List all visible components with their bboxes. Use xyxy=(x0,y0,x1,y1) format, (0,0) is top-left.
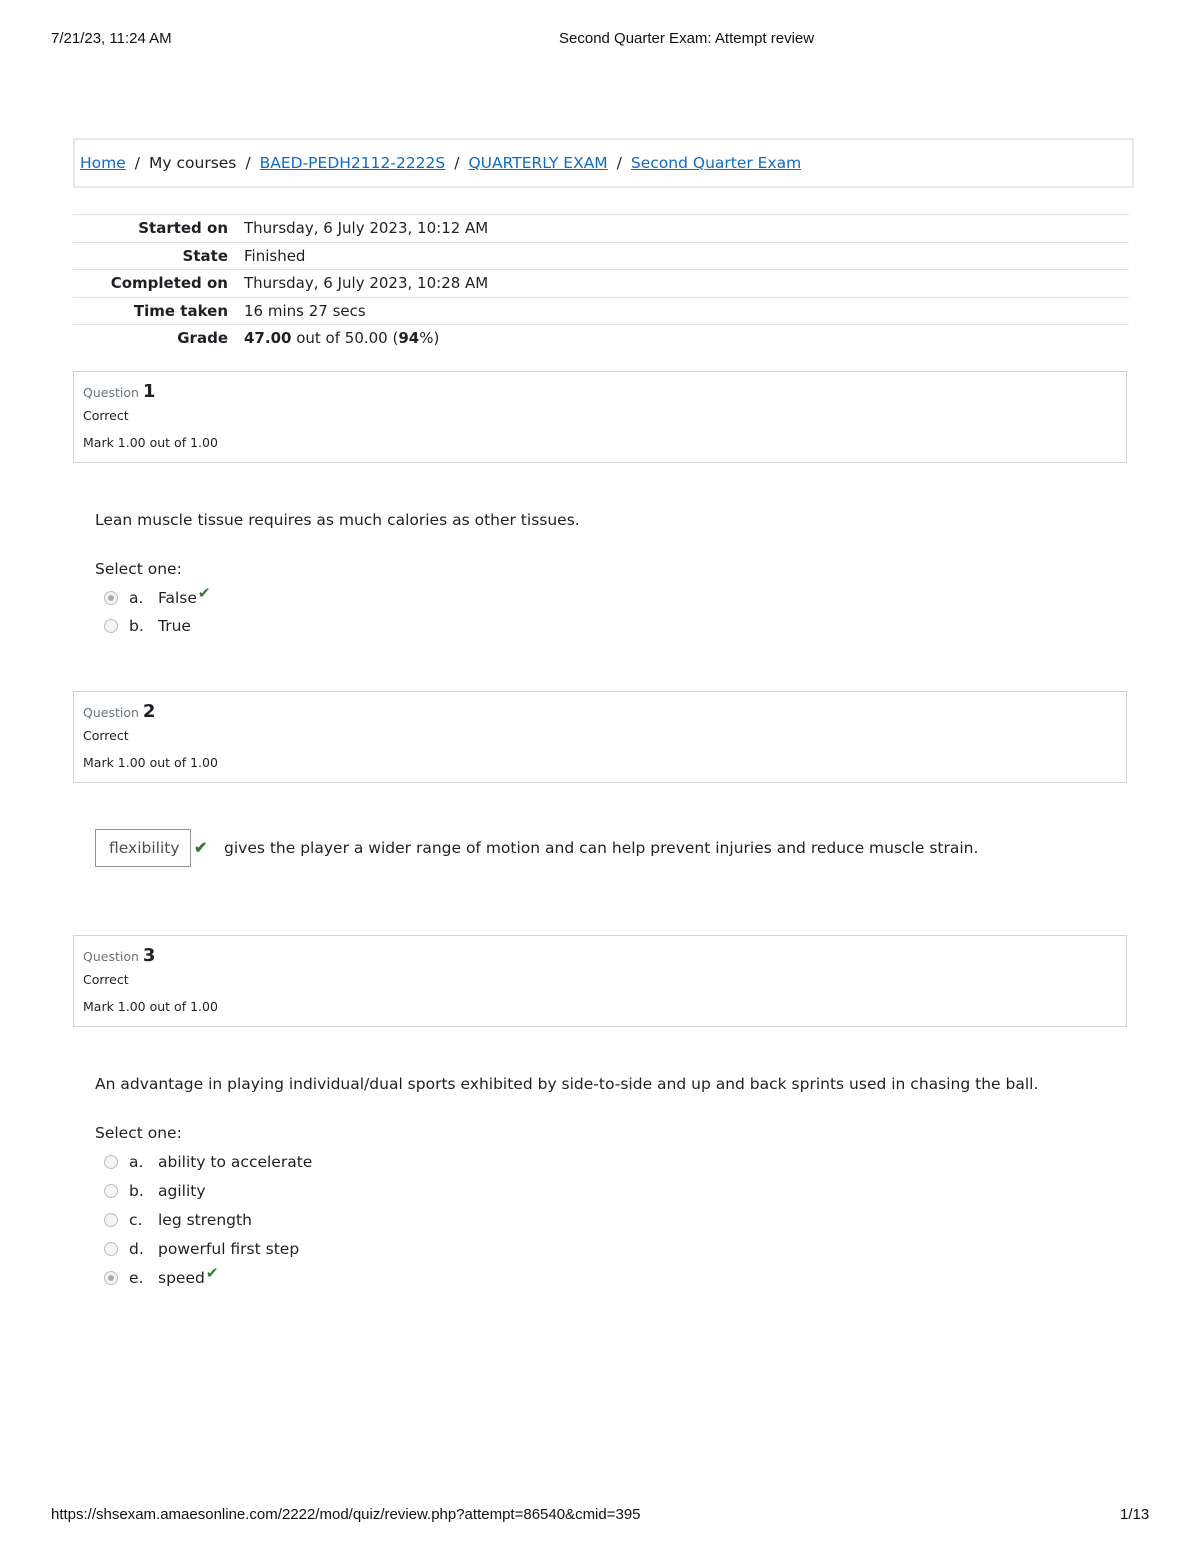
question-text: Lean muscle tissue requires as much calo… xyxy=(95,511,580,529)
state-value: Finished xyxy=(244,241,1129,270)
option-text: ability to accelerate xyxy=(158,1153,313,1171)
question-text: An advantage in playing individual/dual … xyxy=(95,1075,1039,1093)
answer-option[interactable]: c. leg strength xyxy=(104,1206,252,1234)
radio-unselected[interactable] xyxy=(104,1242,118,1256)
question-label: Question xyxy=(83,949,139,964)
question-info-2: Question 2 Correct Mark 1.00 out of 1.00 xyxy=(73,691,1127,783)
option-text: powerful first step xyxy=(158,1240,300,1258)
radio-unselected[interactable] xyxy=(104,619,118,633)
check-icon: ✔ xyxy=(194,840,208,857)
question-state: Correct xyxy=(83,728,129,743)
completed-on-value: Thursday, 6 July 2023, 10:28 AM xyxy=(244,269,1129,297)
answer-option[interactable]: a. False ✔ xyxy=(104,584,211,612)
option-letter: e. xyxy=(129,1269,144,1287)
question-mark: Mark 1.00 out of 1.00 xyxy=(83,435,218,450)
answer-input[interactable]: flexibility xyxy=(95,829,191,867)
option-letter: b. xyxy=(129,1182,144,1200)
breadcrumb-separator: / xyxy=(245,154,251,172)
radio-unselected[interactable] xyxy=(104,1155,118,1169)
grade-out-of: out of 50.00 ( xyxy=(291,329,399,348)
breadcrumb-home[interactable]: Home xyxy=(80,154,126,172)
print-url: https://shsexam.amaesonline.com/2222/mod… xyxy=(51,1506,641,1523)
question-number: Question 2 xyxy=(83,701,1126,725)
state-label: State xyxy=(73,241,244,270)
radio-selected[interactable] xyxy=(104,591,118,605)
answer-option[interactable]: e. speed ✔ xyxy=(104,1264,218,1292)
summary-row-time: Time taken 16 mins 27 secs xyxy=(73,296,1129,325)
radio-selected[interactable] xyxy=(104,1271,118,1285)
grade-value: 47.00 out of 50.00 (94%) xyxy=(244,324,1129,352)
radio-unselected[interactable] xyxy=(104,1184,118,1198)
print-title: Second Quarter Exam: Attempt review xyxy=(559,30,815,47)
select-one-prompt: Select one: xyxy=(95,1124,182,1142)
summary-row-started: Started on Thursday, 6 July 2023, 10:12 … xyxy=(73,214,1129,242)
question-label: Question xyxy=(83,705,139,720)
option-text: False xyxy=(158,589,197,607)
option-letter: b. xyxy=(129,617,144,635)
answer-option[interactable]: d. powerful first step xyxy=(104,1235,299,1263)
question-number-value: 3 xyxy=(142,945,156,966)
option-letter: d. xyxy=(129,1240,144,1258)
select-one-prompt: Select one: xyxy=(95,560,182,578)
question-number-value: 2 xyxy=(142,701,156,722)
started-on-value: Thursday, 6 July 2023, 10:12 AM xyxy=(244,214,1129,242)
answer-option[interactable]: b. agility xyxy=(104,1177,206,1205)
check-icon: ✔ xyxy=(197,584,211,602)
breadcrumb: Home / My courses / BAED-PEDH2112-2222S … xyxy=(73,138,1134,188)
option-text: agility xyxy=(158,1182,206,1200)
question-state: Correct xyxy=(83,972,129,987)
question-mark: Mark 1.00 out of 1.00 xyxy=(83,999,218,1014)
print-page-number: 1/13 xyxy=(1120,1506,1150,1523)
summary-row-completed: Completed on Thursday, 6 July 2023, 10:2… xyxy=(73,269,1129,297)
question-number: Question 1 xyxy=(83,381,1126,405)
summary-row-grade: Grade 47.00 out of 50.00 (94%) xyxy=(73,324,1129,352)
grade-percent: 94 xyxy=(398,329,420,348)
question-mark: Mark 1.00 out of 1.00 xyxy=(83,755,218,770)
started-on-label: Started on xyxy=(73,214,244,242)
question-state: Correct xyxy=(83,408,129,423)
breadcrumb-quarterly-exam[interactable]: QUARTERLY EXAM xyxy=(468,154,607,172)
question-info-3: Question 3 Correct Mark 1.00 out of 1.00 xyxy=(73,935,1127,1027)
answer-option[interactable]: a. ability to accelerate xyxy=(104,1148,312,1176)
time-taken-value: 16 mins 27 secs xyxy=(244,296,1129,325)
option-text: speed xyxy=(158,1269,205,1287)
breadcrumb-course[interactable]: BAED-PEDH2112-2222S xyxy=(260,154,446,172)
summary-row-state: State Finished xyxy=(73,241,1129,270)
breadcrumb-separator: / xyxy=(134,154,141,172)
time-taken-label: Time taken xyxy=(73,296,244,325)
question-info-1: Question 1 Correct Mark 1.00 out of 1.00 xyxy=(73,371,1127,463)
option-text: leg strength xyxy=(158,1211,252,1229)
grade-end: %) xyxy=(419,329,440,348)
breadcrumb-my-courses: My courses xyxy=(149,154,237,172)
check-icon: ✔ xyxy=(205,1264,219,1282)
grade-score: 47.00 xyxy=(244,329,292,348)
question-number: Question 3 xyxy=(83,945,1126,969)
attempt-summary-table: Started on Thursday, 6 July 2023, 10:12 … xyxy=(73,214,1129,352)
grade-label: Grade xyxy=(73,324,244,352)
option-text: True xyxy=(158,617,191,635)
question-number-value: 1 xyxy=(142,381,156,402)
option-letter: a. xyxy=(129,589,144,607)
breadcrumb-separator: / xyxy=(454,154,460,172)
print-datetime: 7/21/23, 11:24 AM xyxy=(51,30,172,47)
radio-unselected[interactable] xyxy=(104,1213,118,1227)
breadcrumb-separator: / xyxy=(616,154,622,172)
completed-on-label: Completed on xyxy=(73,269,244,297)
breadcrumb-second-quarter-exam[interactable]: Second Quarter Exam xyxy=(631,154,801,172)
question-text: gives the player a wider range of motion… xyxy=(224,839,979,857)
answer-option[interactable]: b. True xyxy=(104,612,191,640)
option-letter: c. xyxy=(129,1211,143,1229)
option-letter: a. xyxy=(129,1153,144,1171)
question-label: Question xyxy=(83,385,139,400)
